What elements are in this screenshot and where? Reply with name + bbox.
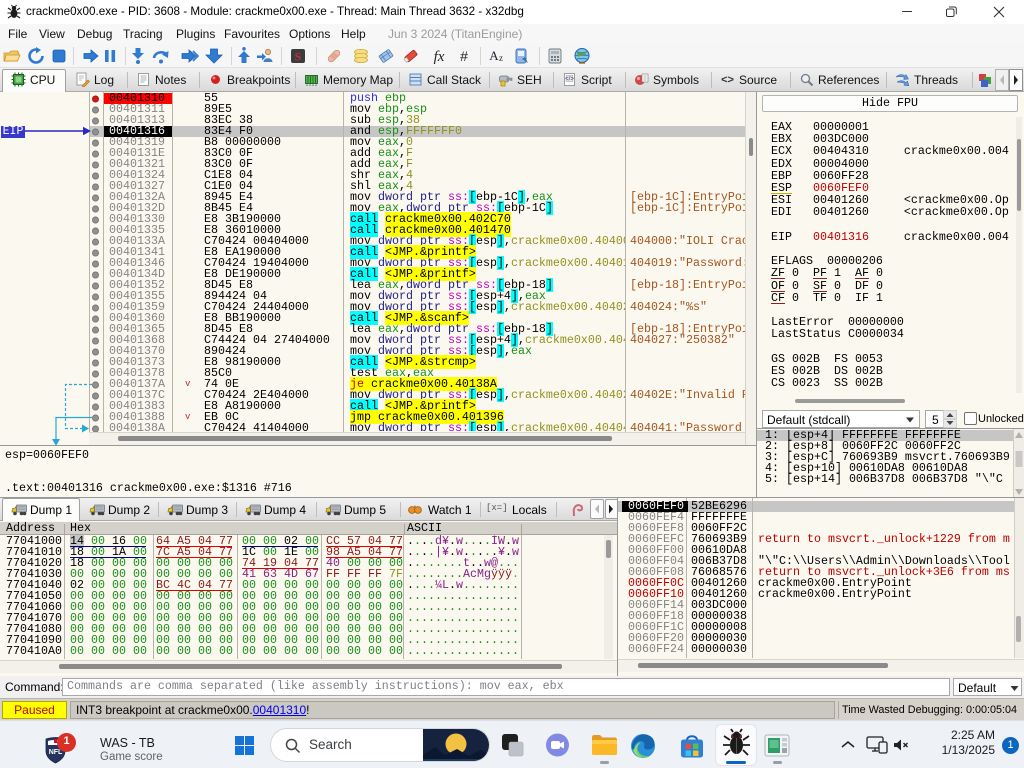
svg-text:fx: fx xyxy=(434,49,445,65)
svg-text:z: z xyxy=(499,53,503,63)
svg-text:#: # xyxy=(460,48,468,64)
svg-text:<>: <> xyxy=(721,74,734,86)
svg-text:S: S xyxy=(295,50,302,64)
svg-text:A: A xyxy=(489,48,499,63)
svg-text:</>: </> xyxy=(565,77,574,83)
